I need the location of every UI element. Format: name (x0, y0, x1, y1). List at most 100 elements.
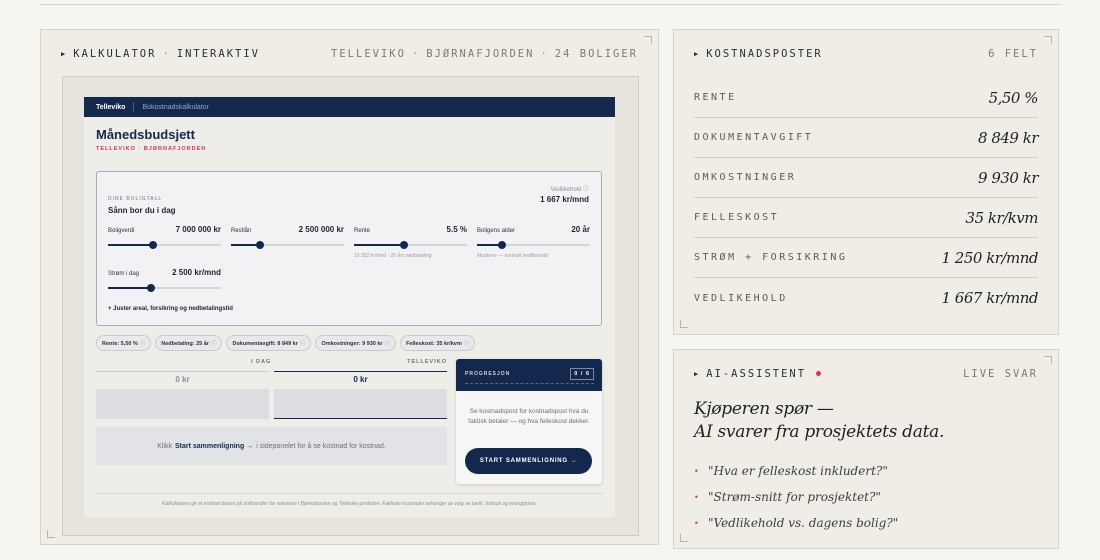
slider-track[interactable] (231, 241, 344, 249)
assumption-chips: Rente: 5,50 % ⓘ Nedbetaling: 25 år ⓘ Dokum… (96, 335, 476, 351)
maintenance-value: 1 667 kr/mnd (540, 195, 589, 204)
cost-key: VEDLIKEHOLD (694, 292, 788, 304)
cost-row-omkostninger: OMKOSTNINGER 9 930 kr (694, 158, 1038, 198)
calculator-disclaimer: Kalkulatoren gir et estimat basert på sn… (162, 501, 537, 507)
question-item[interactable]: • "Hva er felleskost inkludert?" (694, 458, 898, 484)
progress-track (465, 383, 594, 384)
calculator-panel-header: ▶ KALKULATOR · INTERAKTIV TELLEVIKO · BJØRNAF… (61, 48, 638, 60)
question-item[interactable]: • "Vedlikehold vs. dagens bolig?" (694, 510, 898, 536)
slider-track[interactable] (108, 241, 221, 249)
triangle-icon: ▶ (694, 370, 701, 378)
slider-handle[interactable] (399, 241, 408, 249)
telleviko-column-label: TELLEVIKO (407, 359, 447, 365)
slider-name: Restlån (231, 228, 252, 234)
app-subtitle: Bokostnadskalkulator (142, 103, 209, 111)
cost-row-dokumentavgift: DOKUMENTAVGIFT 8 849 kr (694, 118, 1038, 158)
slider-hint: Moderne — normalt vedlikehold (477, 253, 548, 259)
cost-value: 8 849 kr (978, 128, 1038, 147)
slider-value: 20 år (571, 225, 590, 234)
example-questions: • "Hva er felleskost inkludert?" • "Strøm-… (694, 458, 898, 536)
corner-mark (680, 320, 688, 328)
slider-handle[interactable] (146, 284, 155, 292)
bullet-icon: • (694, 518, 699, 528)
cost-row-rente: RENTE 5,50 % (694, 78, 1039, 118)
cost-key: RENTE (694, 92, 737, 103)
cost-list: RENTE 5,50 % DOKUMENTAVGIFT 8 849 kr OMKOS… (694, 78, 1039, 318)
slider-handle[interactable] (149, 241, 158, 249)
chip-rente[interactable]: Rente: 5,50 % ⓘ (96, 335, 152, 351)
live-indicator-icon (816, 371, 822, 376)
slider-name: Rente (354, 228, 371, 234)
chip-nedbetaling[interactable]: Nedbetaling: 25 år ⓘ (155, 335, 223, 351)
cost-key: OMKOSTNINGER (694, 172, 797, 183)
start-comparison-button[interactable]: START SAMMENLIGNING → (465, 448, 592, 474)
maintenance-label: Vedlikehold ⓘ (550, 187, 589, 193)
housing-inputs-card: Vedlikehold ⓘ 1 667 kr/mnd DINE BOLIGTAL… (96, 171, 602, 326)
slider-boligverdi[interactable]: Boligverdi 7 000 000 kr (108, 225, 221, 249)
slider-track[interactable] (108, 284, 221, 292)
slider-value: 5.5 % (446, 225, 467, 234)
card-title: Sånn bor du i dag (108, 206, 176, 215)
slider-restlan[interactable]: Restlån 2 500 000 kr (231, 225, 344, 249)
today-bar (96, 389, 269, 419)
info-icon: ⓘ (384, 341, 391, 347)
ai-panel-header: ▶ AI-ASSISTENT LIVE SVAR (694, 368, 1038, 380)
chip-omkostninger[interactable]: Omkostninger: 9 930 kr ⓘ (315, 335, 397, 351)
progress-description: Se kostnadspost for kostnadspost hva du … (468, 408, 590, 425)
corner-mark (1044, 356, 1052, 364)
chip-dokumentavgift[interactable]: Dokumentavgift: 8 849 kr ⓘ (226, 335, 312, 351)
info-icon: ⓘ (139, 341, 146, 347)
question-item[interactable]: • "Strøm-snitt for prosjektet?" (694, 484, 898, 510)
slider-hint: 15 352 kr/mnd · 25 års nedbetaling (354, 253, 432, 259)
slider-handle[interactable] (256, 241, 265, 249)
slider-handle[interactable] (497, 241, 506, 249)
cost-key: DOKUMENTAVGIFT (694, 132, 814, 143)
card-kicker: DINE BOLIGTALL (108, 196, 163, 202)
bullet-icon: • (694, 466, 699, 476)
project-location: BJØRNAFJORDEN (426, 48, 535, 60)
corner-mark (680, 534, 688, 542)
panel-label: AI-ASSISTENT (706, 368, 807, 380)
calculator-app: Telleviko Bokostnadskalkulator Månedsbud… (84, 97, 615, 517)
slider-track[interactable] (354, 241, 467, 249)
cost-row-felleskost: FELLESKOST 35 kr/kvm (694, 198, 1039, 238)
panel-label: KALKULATOR (73, 48, 157, 60)
cost-value: 9 930 kr (978, 168, 1038, 187)
app-brand[interactable]: Telleviko (96, 104, 125, 111)
today-column-label: I DAG (251, 359, 272, 365)
start-comparison-link[interactable]: Start sammenligning → (175, 443, 253, 450)
slider-track[interactable] (477, 241, 590, 249)
cost-panel-header: ▶ KOSTNADSPOSTER 6 FELT (694, 48, 1038, 60)
progress-label: PROGRESJON (465, 371, 511, 377)
project-name: TELLEVIKO (331, 48, 406, 60)
slider-strom[interactable]: Strøm i dag 2 500 kr/mnd (108, 268, 221, 292)
info-icon: ⓘ (299, 341, 306, 347)
today-column-rule (96, 371, 269, 372)
slider-name: Boligens alder (477, 228, 516, 234)
slider-rente[interactable]: Rente 5.5 % 15 352 kr/mnd · 25 års nedbet… (354, 225, 467, 259)
slider-name: Strøm i dag (108, 271, 140, 277)
chip-felleskost[interactable]: Felleskost: 35 kr/kvm ⓘ (400, 335, 476, 351)
info-icon: ⓘ (463, 341, 470, 347)
corner-mark (1044, 36, 1052, 44)
calculator-panel: ▶ KALKULATOR · INTERAKTIV TELLEVIKO · BJØRNAF… (40, 29, 659, 545)
cost-value: 5,50 % (988, 88, 1039, 107)
today-total: 0 kr (175, 375, 190, 384)
cost-items-panel: ▶ KOSTNADSPOSTER 6 FELT RENTE 5,50 % DOKUM… (673, 29, 1059, 335)
cost-value: 35 kr/kvm (965, 208, 1039, 227)
ai-headline: Kjøperen spør — AI svarer fra prosjektet… (694, 399, 945, 442)
panel-mode: INTERAKTIV (176, 48, 260, 60)
page-title: Månedsbudsjett (96, 127, 195, 142)
adjust-more-link[interactable]: + Juster areal, forsikring og nedbetalin… (108, 306, 233, 312)
triangle-icon: ▶ (61, 50, 68, 58)
bullet-icon: • (694, 492, 699, 502)
cost-value: 1 250 kr/mnd (941, 248, 1038, 267)
slider-value: 2 500 kr/mnd (172, 268, 221, 277)
cost-row-strom-forsikring: STRØM + FORSIKRING 1 250 kr/mnd (694, 238, 1038, 278)
telleviko-total: 0 kr (353, 375, 368, 384)
slider-boligens-alder[interactable]: Boligens alder 20 år Moderne — normalt ve… (477, 225, 590, 259)
cost-value: 1 667 kr/mnd (941, 289, 1038, 307)
calculator-frame: Telleviko Bokostnadskalkulator Månedsbud… (62, 76, 639, 536)
app-bar: Telleviko Bokostnadskalkulator (84, 97, 615, 117)
corner-mark (47, 530, 55, 538)
